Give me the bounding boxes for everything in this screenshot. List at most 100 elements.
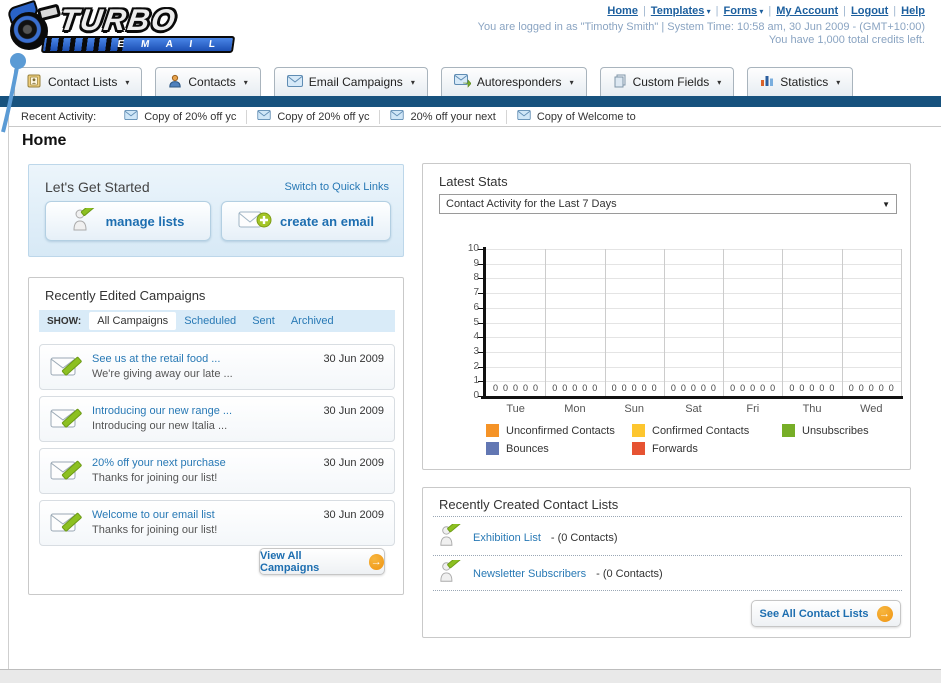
filter-tab-all-campaigns[interactable]: All Campaigns xyxy=(89,312,177,330)
campaign-filter-bar: SHOW: All Campaigns Scheduled Sent Archived xyxy=(39,310,395,332)
campaign-title-link[interactable]: Introducing our new range ... xyxy=(92,405,232,417)
campaign-title-link[interactable]: See us at the retail food ... xyxy=(92,353,220,365)
turbo-email-logo: TURBO E M A I L xyxy=(6,0,240,58)
legend-swatch xyxy=(632,442,645,455)
nav-link-home[interactable]: Home xyxy=(607,5,638,17)
envelope-pencil-icon xyxy=(50,354,82,385)
x-axis-category-label: Mon xyxy=(564,403,586,415)
y-axis-tick-label: 2 xyxy=(473,360,479,372)
contact-list-count: - (0 Contacts) xyxy=(596,568,663,580)
contact-list-name-link[interactable]: Newsletter Subscribers xyxy=(473,568,586,580)
legend-item: Confirmed Contacts xyxy=(632,424,782,437)
get-started-title: Let's Get Started xyxy=(45,179,150,195)
tab-email-campaigns[interactable]: Email Campaigns ▾ xyxy=(273,67,428,96)
y-axis-tick-label: 7 xyxy=(473,287,479,299)
bar-value-label: 0 xyxy=(878,383,884,393)
campaign-title-link[interactable]: 20% off your next purchase xyxy=(92,457,226,469)
bar-value-label: 0 xyxy=(700,383,706,393)
envelope-pencil-icon xyxy=(50,458,82,489)
y-axis-tick xyxy=(478,263,483,265)
see-all-contact-lists-button[interactable]: See All Contact Lists → xyxy=(751,600,901,627)
h-gridline xyxy=(486,278,901,280)
login-status-text: You are logged in as "Timothy Smith" | S… xyxy=(477,21,925,33)
tab-contacts[interactable]: Contacts ▾ xyxy=(155,67,261,96)
bar-value-label: 0 xyxy=(770,383,776,393)
chevron-down-icon: ▾ xyxy=(757,7,764,16)
nav-link-help[interactable]: Help xyxy=(901,5,925,17)
y-axis-tick xyxy=(478,337,483,339)
envelope-icon xyxy=(517,110,531,123)
x-axis-category-label: Fri xyxy=(746,403,760,415)
v-gridline xyxy=(604,249,606,396)
bar-value-label: 0 xyxy=(760,383,766,393)
h-gridline xyxy=(486,293,901,295)
get-started-panel: Let's Get Started Switch to Quick Links … xyxy=(28,164,404,257)
campaign-item[interactable]: 20% off your next purchase Thanks for joi… xyxy=(39,448,395,494)
campaign-item[interactable]: See us at the retail food ... We're givin… xyxy=(39,344,395,390)
legend-label: Unconfirmed Contacts xyxy=(506,424,615,437)
y-axis-tick xyxy=(478,396,483,397)
dotted-divider xyxy=(433,516,902,517)
bar-value-label: 0 xyxy=(680,383,686,393)
envelope-pencil-icon xyxy=(50,510,82,541)
tab-autoresponders[interactable]: Autoresponders ▾ xyxy=(440,67,587,96)
filter-tab-scheduled[interactable]: Scheduled xyxy=(176,312,244,330)
turbo-email-dashboard: TURBO E M A I L Home | Templates ▾ | Forms ▾… xyxy=(0,0,941,683)
filter-tab-sent[interactable]: Sent xyxy=(244,312,283,330)
contact-list-item[interactable]: Newsletter Subscribers - (0 Contacts) xyxy=(439,554,663,588)
recent-activity-item-label: Copy of Welcome to xyxy=(536,110,636,123)
recent-activity-item[interactable]: Copy of 20% off yc xyxy=(246,109,379,124)
switch-quick-links-link[interactable]: Switch to Quick Links xyxy=(284,181,389,193)
credits-text: You have 1,000 total credits left. xyxy=(768,34,925,46)
content-frame-border xyxy=(8,107,9,670)
arrow-right-icon: → xyxy=(876,605,893,622)
campaign-title-link[interactable]: Welcome to our email list xyxy=(92,509,215,521)
y-axis-tick xyxy=(478,366,483,368)
tab-label: Contacts xyxy=(188,75,236,89)
tab-statistics[interactable]: Statistics ▾ xyxy=(747,67,854,96)
chevron-down-icon: ▾ xyxy=(125,77,130,87)
contact-list-count: - (0 Contacts) xyxy=(550,532,618,544)
recent-activity-item[interactable]: Copy of 20% off yc xyxy=(114,110,246,124)
logo-title: TURBO xyxy=(57,4,180,37)
recent-activity-bar: Recent Activity: Copy of 20% off yc Copy … xyxy=(9,107,941,127)
recent-contact-lists-panel: Recently Created Contact Lists Exhibitio… xyxy=(422,487,911,638)
manage-lists-button[interactable]: manage lists xyxy=(45,201,211,241)
manage-lists-label: manage lists xyxy=(105,213,185,229)
view-all-campaigns-label: View All Campaigns xyxy=(260,549,320,574)
chevron-down-icon: ▾ xyxy=(836,77,841,87)
bar-value-label: 0 xyxy=(533,383,539,393)
logo-email-bar: E M A I L xyxy=(40,36,236,53)
bar-value-label: 0 xyxy=(819,383,825,393)
recent-activity-item[interactable]: Copy of Welcome to xyxy=(505,109,646,124)
envelope-plus-icon xyxy=(238,209,272,234)
chart-x-axis xyxy=(481,396,903,399)
v-gridline xyxy=(663,249,665,396)
bar-value-label: 0 xyxy=(513,383,519,393)
create-email-button[interactable]: create an email xyxy=(221,201,391,241)
contact-list-name-link[interactable]: Exhibition List xyxy=(473,532,541,544)
y-axis-tick xyxy=(478,293,483,295)
nav-link-logout[interactable]: Logout xyxy=(851,5,888,17)
nav-link-templates[interactable]: Templates xyxy=(651,5,705,17)
bar-value-label: 0 xyxy=(552,383,558,393)
legend-item: Forwards xyxy=(632,442,782,455)
nav-link-my-account[interactable]: My Account xyxy=(776,5,838,17)
contact-list-item[interactable]: Exhibition List - (0 Contacts) xyxy=(439,518,618,552)
nav-link-forms[interactable]: Forms xyxy=(724,5,758,17)
v-gridline xyxy=(841,249,843,396)
campaign-date: 30 Jun 2009 xyxy=(323,405,384,417)
recent-campaigns-title: Recently Edited Campaigns xyxy=(45,288,206,303)
y-axis-tick-label: 10 xyxy=(467,243,479,254)
view-all-campaigns-button[interactable]: View All Campaigns → xyxy=(259,548,385,575)
bar-value-label: 0 xyxy=(848,383,854,393)
tab-custom-fields[interactable]: Custom Fields ▾ xyxy=(599,67,735,96)
campaign-item[interactable]: Introducing our new range ... Introducing… xyxy=(39,396,395,442)
filter-tab-archived[interactable]: Archived xyxy=(283,312,342,330)
x-axis-category-label: Wed xyxy=(860,403,883,415)
tab-label: Custom Fields xyxy=(632,75,710,89)
recent-activity-item[interactable]: 20% off your next xyxy=(379,109,505,124)
tab-contact-lists[interactable]: Contact Lists ▾ xyxy=(14,67,143,96)
campaign-item[interactable]: Welcome to our email list Thanks for join… xyxy=(39,500,395,546)
chevron-down-icon: ▾ xyxy=(243,77,248,87)
